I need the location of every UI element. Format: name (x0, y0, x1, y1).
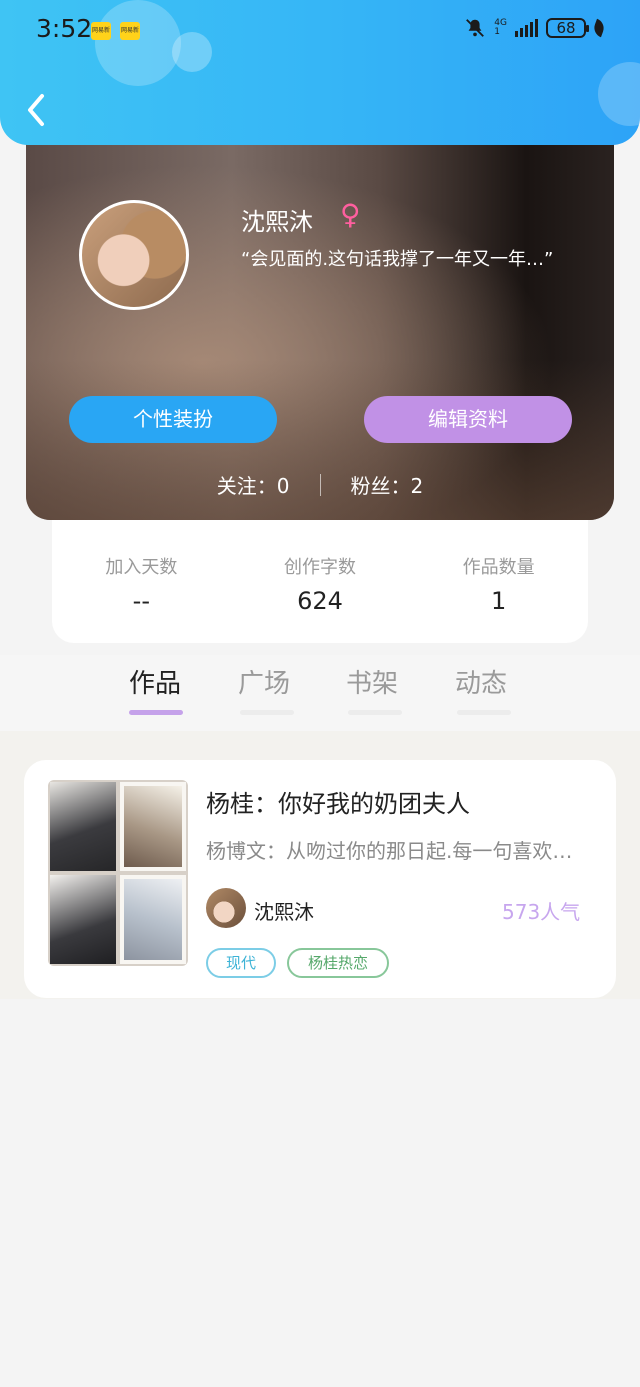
followers-count: 2 (410, 474, 424, 498)
following-link[interactable]: 关注：0 (217, 470, 290, 499)
status-icons: 4G 1 68 (464, 17, 607, 39)
status-time: 3:52 (36, 14, 93, 43)
tab-indicator (348, 710, 402, 715)
decor-bubble (598, 62, 640, 126)
followers-label: 粉丝： (350, 474, 411, 498)
work-description: 杨博文：从吻过你的那日起.每一句喜欢… (206, 839, 573, 863)
genre-tag[interactable]: 杨桂热恋 (287, 948, 389, 978)
following-count: 0 (276, 474, 290, 498)
app-notification-badge: 网易新 (120, 22, 140, 40)
tab-works[interactable]: 作品 (129, 663, 181, 700)
username: 沈熙沐 (241, 208, 313, 236)
bell-muted-icon (464, 17, 486, 39)
tab-indicator (457, 710, 511, 715)
profile-bio: “会见面的.这句话我撑了一年又一年…” (241, 249, 554, 270)
decor-bubble (172, 32, 212, 72)
author-name[interactable]: 沈熙沐 (254, 896, 314, 925)
decor-bubble (95, 0, 181, 86)
chevron-left-icon (28, 94, 44, 126)
work-card[interactable]: 杨桂：你好我的奶团夫人 杨博文：从吻过你的那日起.每一句喜欢… 沈熙沐 573人… (24, 760, 616, 998)
stat-days-joined: 加入天数 -- (52, 520, 231, 643)
network-indicator: 4G 1 (494, 18, 507, 37)
stat-works-count: 作品数量 1 (409, 520, 588, 643)
tab-indicator (129, 710, 183, 715)
genre-tag[interactable]: 现代 (206, 948, 276, 978)
cover-photo (50, 875, 116, 964)
top-header: 3:52 网易新 网易新 4G 1 68 (0, 0, 640, 145)
profile-card: 沈熙沐 ♀ “会见面的.这句话我撑了一年又一年…” 个性装扮 编辑资料 关注：0… (26, 130, 614, 520)
back-button[interactable] (22, 92, 50, 128)
leaf-icon (591, 18, 607, 38)
battery-icon: 68 (546, 18, 589, 38)
avatar[interactable] (79, 200, 189, 310)
stat-label: 创作字数 (284, 557, 356, 578)
tab-activity[interactable]: 动态 (455, 663, 507, 700)
tab-indicator (240, 710, 294, 715)
stat-value: 624 (297, 587, 343, 615)
app-notification-badge: 网易新 (91, 22, 111, 40)
tab-square[interactable]: 广场 (238, 663, 290, 700)
stat-label: 作品数量 (462, 557, 535, 578)
stat-value: -- (132, 587, 150, 615)
signal-icon (515, 19, 538, 37)
followers-link[interactable]: 粉丝：2 (351, 470, 424, 499)
following-label: 关注： (216, 474, 277, 498)
cover-photo (120, 875, 186, 964)
cover-photo (120, 782, 186, 871)
stat-value: 1 (491, 587, 507, 615)
female-icon: ♀ (340, 198, 361, 231)
edit-profile-button[interactable]: 编辑资料 (364, 396, 572, 443)
stats-panel: 加入天数 -- 创作字数 624 作品数量 1 (52, 520, 588, 643)
popularity-count: 573人气 (502, 900, 581, 924)
tab-bar: 作品 广场 书架 动态 (0, 655, 640, 731)
decorate-button[interactable]: 个性装扮 (69, 396, 277, 443)
divider (319, 473, 321, 496)
tab-bookshelf[interactable]: 书架 (346, 663, 398, 700)
work-title[interactable]: 杨桂：你好我的奶团夫人 (206, 784, 470, 819)
stat-word-count: 创作字数 624 (231, 520, 410, 643)
cover-photo (50, 782, 116, 871)
author-avatar[interactable] (206, 888, 246, 928)
stat-label: 加入天数 (105, 557, 178, 578)
work-cover-image[interactable] (48, 780, 188, 966)
follow-stats: 关注：0 粉丝：2 (26, 470, 614, 499)
